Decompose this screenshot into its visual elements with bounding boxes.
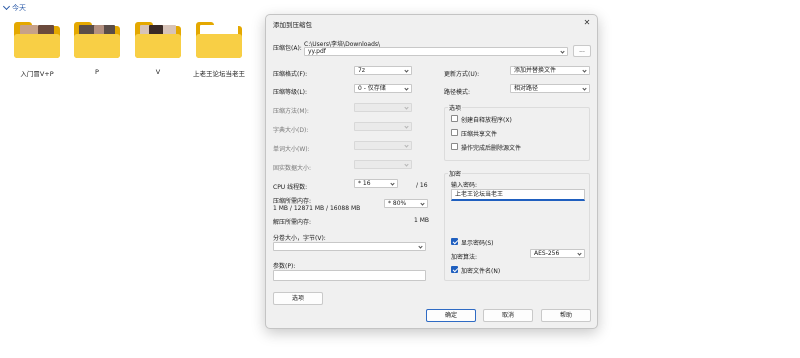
folder-label: V (155, 68, 161, 76)
format-label: 压缩格式(F): (273, 71, 308, 78)
chevron-down-icon (418, 244, 423, 249)
method-select (354, 103, 412, 112)
format-select[interactable]: 7z (354, 66, 412, 75)
mem-comp-label: 压缩所需内存: (273, 198, 312, 205)
show-password-checkbox[interactable] (451, 238, 458, 245)
format-value: 7z (358, 67, 365, 74)
dialog-titlebar[interactable]: 添加到压缩包 ✕ (266, 15, 597, 31)
opt-sfx-checkbox[interactable] (451, 115, 458, 122)
chevron-down-icon (404, 68, 409, 73)
show-password-label: 显示密码(S) (461, 240, 494, 247)
split-label: 分卷大小，字节(V): (273, 235, 326, 242)
password-input[interactable]: 上老王论坛当老王 (451, 189, 585, 201)
folder-label: P (95, 68, 99, 76)
password-label: 输入密码: (451, 182, 478, 189)
opt-shared-checkbox[interactable] (451, 129, 458, 136)
archive-name-value: yy.pdf (308, 48, 326, 55)
opt-delete-checkbox[interactable] (451, 143, 458, 150)
dialog-title: 添加到压缩包 (273, 21, 312, 29)
cpu-select[interactable]: * 16 (354, 179, 398, 188)
group-header-today[interactable]: 今天 (2, 2, 26, 13)
chevron-down-icon (582, 86, 587, 91)
level-value: 0 - 仅存储 (358, 85, 386, 92)
mem-decomp-label: 解压所需内存: (273, 219, 312, 226)
folder-icon (196, 22, 242, 58)
chevron-down-icon (404, 143, 409, 148)
params-input[interactable] (273, 270, 426, 281)
chevron-down-icon (582, 68, 587, 73)
archive-label: 压缩包(A): (273, 45, 302, 52)
mem-comp-detail: 1 MB / 12871 MB / 16088 MB (273, 205, 361, 212)
update-select[interactable]: 添加并替换文件 (510, 66, 590, 75)
path-mode-label: 路径模式: (444, 89, 471, 96)
encryption-group-title: 加密 (448, 169, 463, 178)
chevron-down-icon (420, 201, 425, 206)
folder-label: 入门冒V+P (20, 70, 54, 78)
path-mode-value: 相对路径 (514, 85, 539, 92)
cpu-value: * 16 (358, 180, 371, 187)
encrypt-names-label: 加密文件名(N) (461, 268, 501, 275)
opt-sfx-label: 创建自释放程序(X) (461, 117, 512, 124)
level-select[interactable]: 0 - 仅存储 (354, 84, 412, 93)
encrypt-names-checkbox[interactable] (451, 266, 458, 273)
folder-icon (74, 22, 120, 58)
browse-button[interactable]: ... (573, 45, 591, 57)
dict-label: 字典大小(D): (273, 127, 309, 134)
archive-name-combo[interactable]: yy.pdf (304, 47, 568, 56)
solid-select (354, 160, 412, 169)
cancel-button[interactable]: 取消 (483, 309, 533, 322)
options-group-title: 选项 (448, 103, 463, 112)
close-icon[interactable]: ✕ (581, 17, 593, 29)
chevron-down-icon (404, 86, 409, 91)
options-button[interactable]: 选项 (273, 292, 323, 305)
opt-shared-label: 压缩共享文件 (461, 131, 498, 138)
update-label: 更新方式(U): (444, 71, 480, 78)
chevron-down-icon (577, 251, 582, 256)
enc-method-label: 加密算法: (451, 254, 478, 261)
chevron-down-icon (404, 105, 409, 110)
chevron-down-icon (2, 2, 11, 11)
chevron-down-icon (390, 181, 395, 186)
dict-select (354, 122, 412, 131)
path-mode-select[interactable]: 相对路径 (510, 84, 590, 93)
solid-label: 固实数据大小: (273, 165, 312, 172)
split-select[interactable] (273, 242, 426, 251)
add-to-archive-dialog: 添加到压缩包 ✕ 压缩包(A): C:\Users\李培\Downloads\ … (265, 14, 598, 329)
mem-percent-select[interactable]: * 80% (384, 199, 428, 208)
method-label: 压缩方法(M): (273, 108, 309, 115)
chevron-down-icon (404, 162, 409, 167)
level-label: 压缩等级(L): (273, 89, 308, 96)
group-label: 今天 (12, 4, 26, 12)
opt-delete-label: 操作完成后删除源文件 (461, 145, 522, 152)
word-label: 单词大小(W): (273, 146, 310, 153)
folder-icon (14, 22, 60, 58)
help-button[interactable]: 帮助 (541, 309, 591, 322)
update-value: 添加并替换文件 (514, 67, 557, 74)
enc-method-value: AES-256 (534, 250, 560, 257)
params-label: 参数(P): (273, 263, 296, 270)
word-select (354, 141, 412, 150)
enc-method-select[interactable]: AES-256 (530, 249, 585, 258)
chevron-down-icon (404, 124, 409, 129)
folder-label: 上老王论坛当老王 (193, 70, 245, 78)
ok-button[interactable]: 确定 (426, 309, 476, 322)
cpu-label: CPU 线程数: (273, 184, 308, 191)
chevron-down-icon (560, 49, 565, 54)
folder-icon (135, 22, 181, 58)
mem-percent-value: * 80% (388, 200, 407, 207)
mem-decomp-value: 1 MB (414, 217, 430, 224)
cpu-total: / 16 (416, 182, 428, 189)
